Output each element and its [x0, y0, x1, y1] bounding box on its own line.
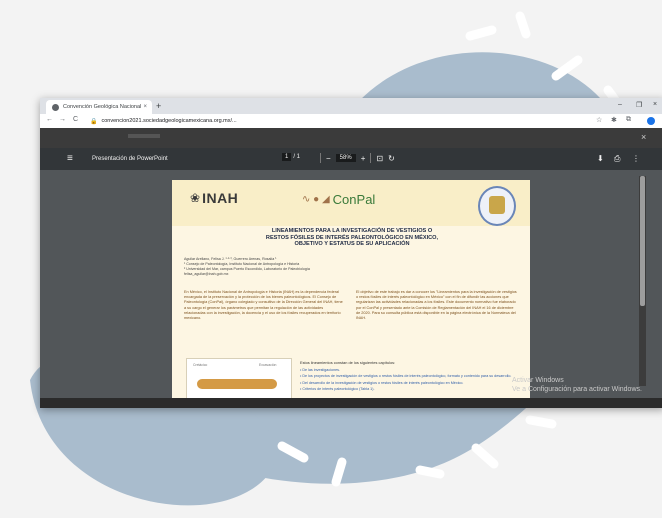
tab-title: Convención Geológica Nacional: [63, 104, 142, 110]
back-button[interactable]: ←: [46, 116, 53, 123]
page-total: / 1: [293, 154, 301, 160]
toolbar-divider: [320, 153, 321, 163]
new-tab-button[interactable]: +: [156, 100, 161, 112]
pdf-page: ❀ INAH ∿ ● ◢ ConPal LINEAMIENTOS PARA LA…: [172, 180, 530, 408]
list-item: De las investigaciones.: [300, 368, 522, 373]
star-icon[interactable]: ☆: [596, 116, 602, 124]
page-indicator: 1 / 1: [282, 153, 300, 161]
address-bar[interactable]: 🔒 convencion2021.sociedadgeologicamexica…: [90, 116, 590, 126]
authors-block: Aguilar Arellano, Felisa J. ¹·²·³, Guerr…: [184, 257, 514, 277]
minimize-button[interactable]: –: [618, 101, 622, 108]
menu-icon[interactable]: ≡: [67, 153, 73, 164]
browser-window: Convención Geológica Nacional × + – ❐ × …: [40, 98, 662, 408]
site-favicon-icon: [52, 103, 59, 111]
toolbar-divider: [370, 153, 372, 163]
browser-toolbar: ← → C 🔒 convencion2021.sociedadgeologica…: [40, 114, 662, 129]
print-icon[interactable]: ⎙: [614, 154, 620, 164]
dimmed-page-footer: [40, 398, 662, 408]
download-icon[interactable]: ⬇: [597, 154, 604, 163]
title-line: OBJETIVO Y ESTATUS DE SU APLICACIÓN: [294, 241, 410, 247]
lock-icon: 🔒: [90, 118, 98, 125]
university-seal-icon: [478, 186, 516, 226]
page-number-input[interactable]: 1: [282, 153, 292, 161]
tab-close-icon[interactable]: ×: [143, 104, 147, 110]
email-line: felisa_aguilar@inah.gob.mx: [184, 272, 229, 276]
puzzle-icon[interactable]: ⧉: [626, 116, 631, 124]
poster-title: LINEAMIENTOS PARA LA INVESTIGACIÓN DE VE…: [212, 228, 492, 248]
inah-emblem-icon: ❀: [190, 191, 201, 205]
objective-paragraph: El objetivo de este trabajo es dar a con…: [356, 290, 517, 321]
pdf-viewer-toolbar: ≡ Presentación de PowerPoint 1 / 1 − 58%…: [40, 148, 662, 170]
figure-label: Excavación: [259, 363, 277, 367]
inah-logo-text: INAH: [202, 190, 239, 206]
rotate-icon[interactable]: ↻: [388, 154, 395, 163]
seal-emblem: [489, 196, 505, 214]
browser-tab[interactable]: Convención Geológica Nacional ×: [46, 100, 152, 114]
maximize-button[interactable]: ❐: [636, 101, 642, 109]
fit-page-icon[interactable]: ⊡: [376, 154, 383, 163]
zoom-level-input[interactable]: 58%: [335, 154, 356, 162]
intro-paragraph: En México, el Instituto Nacional de Antr…: [184, 290, 343, 321]
list-item: Criterios de interés paleontológico (Tab…: [300, 387, 522, 392]
profile-avatar[interactable]: [647, 117, 655, 125]
chapters-heading: Estos lineamientos constan de los siguie…: [300, 360, 396, 365]
forward-button[interactable]: →: [59, 116, 66, 123]
window-close-button[interactable]: ×: [653, 101, 657, 108]
inah-logo: ❀ INAH: [190, 190, 238, 206]
list-item: De los proyectos de investigación de ves…: [300, 374, 522, 379]
watermark-line: Ve a Configuración para activar Windows.: [512, 386, 642, 393]
dimmed-page-header: [40, 128, 662, 148]
conpal-logo: ∿ ● ◢ ConPal: [302, 192, 375, 207]
figure-label: Cretácico: [193, 363, 208, 367]
watermark-line: Activar Windows: [512, 377, 564, 384]
conpal-logo-text: ConPal: [332, 192, 376, 207]
dimmed-site-logo: [128, 134, 160, 138]
vertical-scrollbar[interactable]: [639, 176, 646, 386]
list-item: Del desarrollo de la investigación de ve…: [300, 381, 522, 386]
url-text: convencion2021.sociedadgeologicamexicana…: [101, 118, 237, 124]
document-title: Presentación de PowerPoint: [92, 156, 168, 162]
zoom-controls: − 58% + ⊡ ↻: [320, 153, 395, 163]
more-options-icon[interactable]: ⋮: [632, 154, 640, 163]
tab-strip: Convención Geológica Nacional × + – ❐ ×: [40, 98, 662, 114]
windows-activation-watermark: Activar Windows Ve a Configuración para …: [512, 376, 642, 394]
zoom-out-button[interactable]: −: [326, 154, 331, 163]
chapters-list: De las investigaciones. De los proyectos…: [300, 368, 522, 393]
fossil-shapes-icon: ∿ ● ◢: [302, 194, 330, 205]
reload-button[interactable]: C: [73, 116, 78, 123]
fossil-image: [197, 379, 277, 389]
modal-close-icon[interactable]: ×: [641, 132, 646, 142]
zoom-in-button[interactable]: +: [361, 154, 366, 163]
extension-icon[interactable]: ✱: [611, 116, 617, 124]
scrollbar-thumb[interactable]: [640, 176, 645, 306]
